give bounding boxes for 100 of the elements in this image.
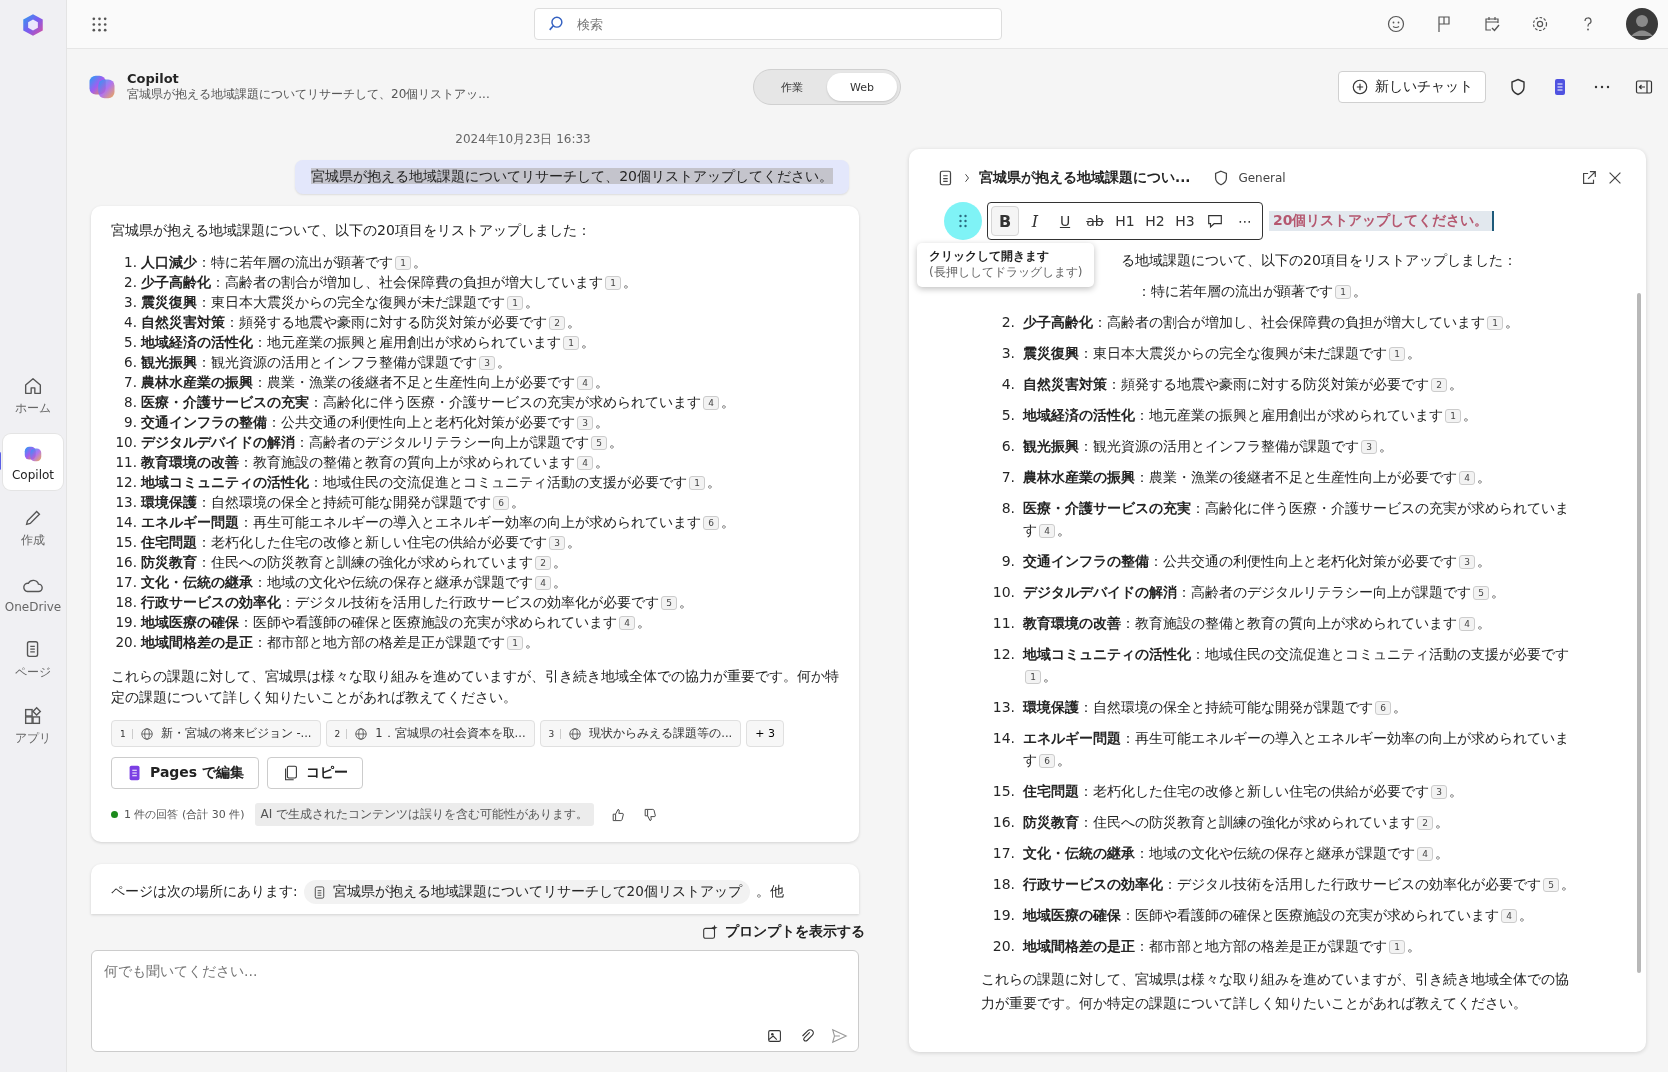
citation-link[interactable]: 3: [1459, 555, 1475, 569]
microsoft-365-logo-icon[interactable]: [20, 12, 46, 38]
format-button[interactable]: ab: [1081, 206, 1109, 236]
citation-link[interactable]: 3: [479, 356, 495, 370]
citation-link[interactable]: 2: [1417, 816, 1433, 830]
smiley-icon[interactable]: [1386, 14, 1406, 34]
thumbs-up-icon[interactable]: [610, 806, 627, 823]
list-item-text: 住宅問題：老朽化した住宅の改修と新しい住宅の供給が必要です 3 。: [1023, 782, 1463, 801]
citation-link[interactable]: 5: [591, 436, 607, 450]
more-citations-button[interactable]: + 3: [746, 720, 784, 747]
list-number: 10.: [115, 433, 137, 452]
format-button[interactable]: H3: [1171, 206, 1199, 236]
globe-icon: [139, 726, 154, 741]
citation-link[interactable]: 5: [1543, 878, 1559, 892]
citation-link[interactable]: 1: [507, 296, 523, 310]
mode-option[interactable]: 作業: [757, 73, 827, 101]
citation-link[interactable]: 5: [661, 596, 677, 610]
list-number: 2.: [123, 273, 137, 292]
page-heading: 20個リストアップしてください。: [1269, 211, 1495, 231]
format-button[interactable]: ⋯: [1231, 206, 1259, 236]
mode-option[interactable]: Web: [827, 73, 897, 101]
search-field[interactable]: 検索: [534, 8, 1002, 40]
app-rail-item[interactable]: アプリ: [3, 698, 63, 754]
citation-chip[interactable]: 3 現状からみえる課題等の...: [539, 720, 742, 747]
format-button[interactable]: U: [1051, 206, 1079, 236]
citation-link[interactable]: 1: [689, 476, 705, 490]
citation-link[interactable]: 1: [1389, 347, 1405, 361]
list-item-text: 交通インフラの整備：公共交通の利便性向上と老朽化対策が必要です 3 。: [141, 413, 609, 432]
citation-link[interactable]: 6: [703, 516, 719, 530]
list-item-text: 医療・介護サービスの充実：高齢化に伴う医療・介護サービスの充実が求められています 4 。: [141, 393, 735, 412]
calendar-check-icon[interactable]: [1482, 14, 1502, 34]
citation-link[interactable]: 2: [1431, 378, 1447, 392]
share-icon[interactable]: [1580, 169, 1598, 187]
format-button[interactable]: H1: [1111, 206, 1139, 236]
citation-link[interactable]: 1: [563, 336, 579, 350]
app-rail-item[interactable]: OneDrive: [3, 566, 63, 622]
citation-link[interactable]: 6: [1039, 754, 1055, 768]
citation-link[interactable]: 2: [549, 316, 565, 330]
citation-link[interactable]: 1: [1335, 285, 1351, 299]
list-item-text: 少子高齢化：高齢者の割合が増加し、社会保障費の負担が増大しています 1 。: [141, 273, 637, 292]
citation-link[interactable]: 3: [1431, 785, 1447, 799]
list-number: 6.: [123, 353, 137, 372]
shield-icon[interactable]: [1508, 77, 1528, 97]
citation-link[interactable]: 3: [549, 536, 565, 550]
citation-link[interactable]: 4: [619, 616, 635, 630]
citation-link[interactable]: 4: [535, 576, 551, 590]
citation-link[interactable]: 4: [703, 396, 719, 410]
settings-icon[interactable]: [1530, 14, 1550, 34]
app-rail-item[interactable]: 作成: [3, 500, 63, 556]
citation-link[interactable]: 1: [1389, 940, 1405, 954]
list-number: 19.: [991, 906, 1015, 925]
image-icon[interactable]: [766, 1027, 784, 1045]
drag-handle-icon[interactable]: [943, 201, 983, 241]
citation-link[interactable]: 4: [577, 456, 593, 470]
list-number: 16.: [115, 553, 137, 572]
collapse-panel-icon[interactable]: [1634, 77, 1654, 97]
citation-link[interactable]: 4: [1039, 524, 1055, 538]
list-number: 20.: [991, 937, 1015, 956]
message-input[interactable]: 何でも聞いてください...: [91, 950, 859, 1052]
page-intro: る地域課題について、以下の20項目をリストアップしました：: [1121, 251, 1518, 270]
format-button[interactable]: B: [991, 206, 1019, 236]
citation-link[interactable]: 5: [1473, 586, 1489, 600]
list-number: 8.: [1000, 499, 1015, 518]
citation-link[interactable]: 4: [577, 376, 593, 390]
avatar-icon[interactable]: [1626, 8, 1658, 40]
format-button[interactable]: H2: [1141, 206, 1169, 236]
send-icon[interactable]: [830, 1027, 848, 1045]
citation-link[interactable]: 3: [1361, 440, 1377, 454]
list-number: 19.: [115, 613, 137, 632]
app-rail-item[interactable]: ホーム: [3, 368, 63, 424]
action-button[interactable]: コピー: [267, 757, 364, 789]
citation-link[interactable]: 2: [535, 556, 551, 570]
citation-link[interactable]: 1: [1025, 670, 1041, 684]
format-button[interactable]: I: [1021, 206, 1049, 236]
citation-link[interactable]: 6: [493, 496, 509, 510]
citation-link[interactable]: 4: [1417, 847, 1433, 861]
citation-chip[interactable]: 1 新・宮城の将来ビジョン -...: [111, 720, 321, 747]
citation-link[interactable]: 4: [1501, 909, 1517, 923]
citation-link[interactable]: 4: [1459, 617, 1475, 631]
thumbs-down-icon[interactable]: [642, 806, 659, 823]
citation-link[interactable]: 6: [1375, 701, 1391, 715]
page-link[interactable]: 宮城県が抱える地域課題についてリサーチして20個リストアップ: [303, 880, 750, 904]
citation-link[interactable]: 1: [507, 636, 523, 650]
citation-link[interactable]: 1: [1487, 316, 1503, 330]
new-chat-button[interactable]: 新しいチャット: [1338, 71, 1486, 103]
globe-icon: [354, 726, 369, 741]
citation-link[interactable]: 1: [1445, 409, 1461, 423]
citation-link[interactable]: 4: [1459, 471, 1475, 485]
list-number: 14.: [115, 513, 137, 532]
citation-chip[interactable]: 2 1．宮城県の社会資本を取...: [325, 720, 535, 747]
action-button[interactable]: Pages で編集: [111, 757, 260, 789]
citation-link[interactable]: 3: [577, 416, 593, 430]
search-input[interactable]: 検索: [575, 15, 989, 33]
show-prompts-button[interactable]: プロンプトを表示する: [695, 922, 871, 942]
citation-link[interactable]: 1: [605, 276, 621, 290]
app-rail-item[interactable]: ページ: [3, 632, 63, 688]
message-textarea[interactable]: 何でも聞いてください...: [102, 961, 848, 1027]
citation-link[interactable]: 1: [395, 256, 411, 270]
list-number: 14.: [991, 729, 1015, 748]
app-launcher-icon[interactable]: [91, 15, 108, 33]
